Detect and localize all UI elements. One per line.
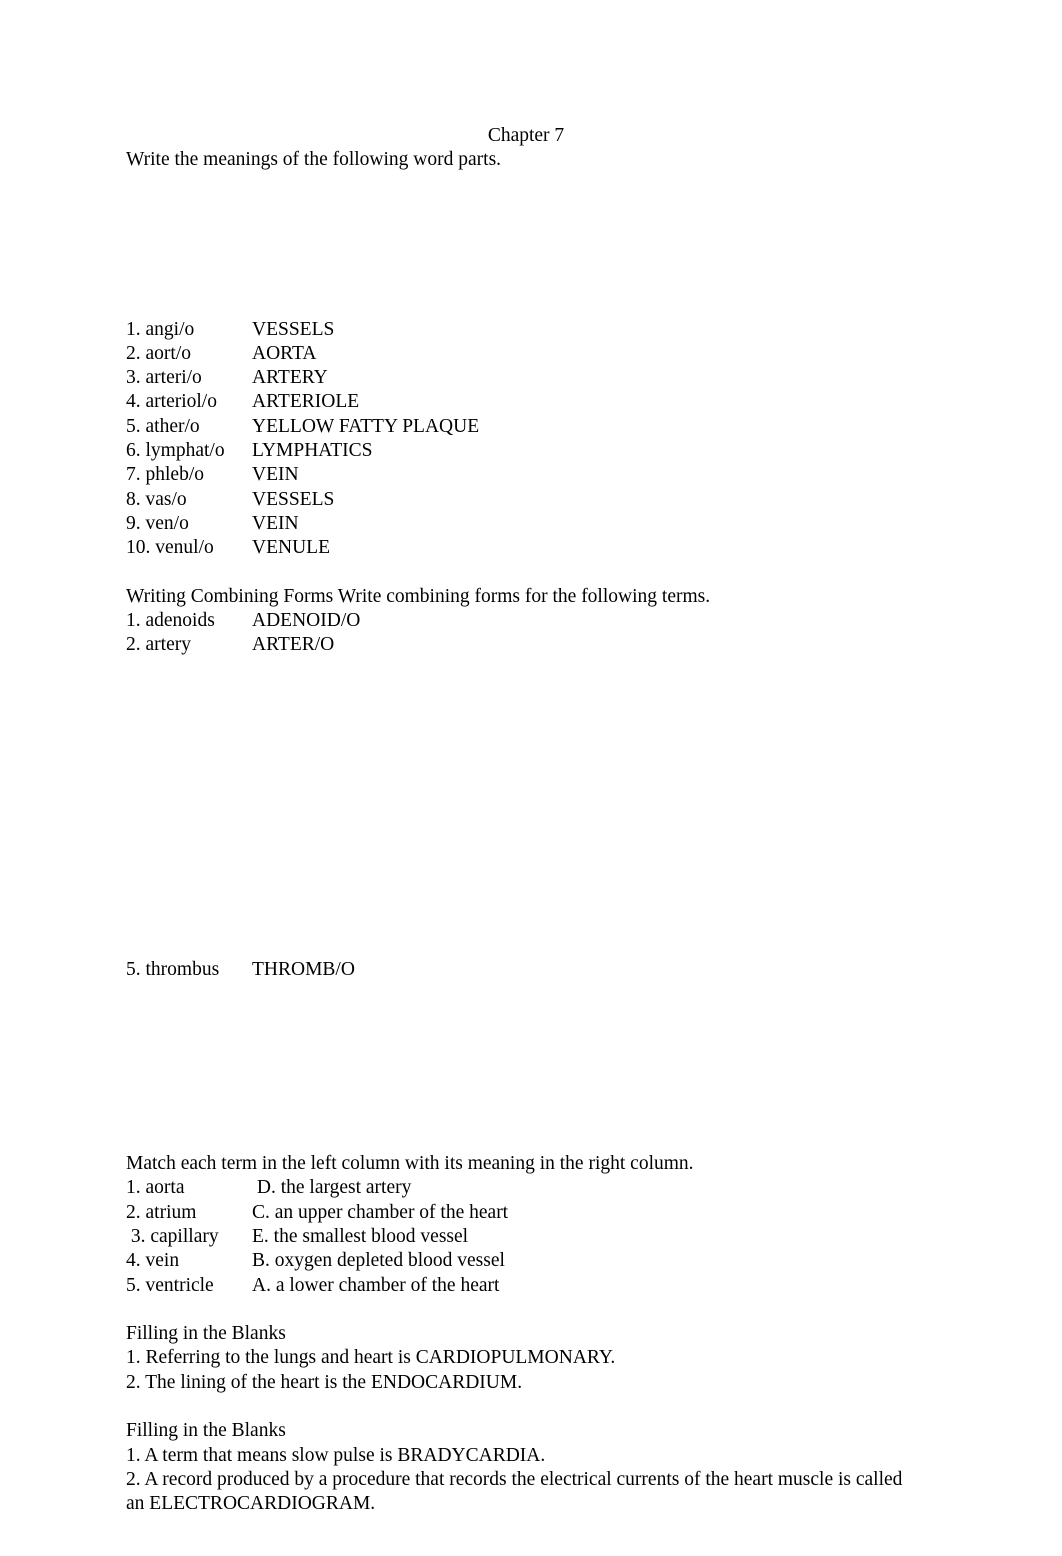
matching-term: 3. capillary: [126, 1225, 219, 1247]
word-part-meaning: ARTERY: [252, 367, 328, 389]
matching-row: 2. atrium C. an upper chamber of the hear…: [126, 1201, 926, 1225]
combining-form-value: ADENOID/O: [252, 610, 361, 632]
word-part-row: 5. ather/o YELLOW FATTY PLAQUE: [126, 415, 926, 439]
word-part-row: 3. arteri/o ARTERY: [126, 366, 926, 390]
combining-form-value: THROMB/O: [252, 958, 355, 980]
word-part-row: 1. angi/o VESSELS: [126, 318, 926, 342]
page-title: Chapter 7: [487, 125, 565, 146]
spacer-answer-area-2: [126, 982, 926, 1152]
fill-blanks-2-item: 2. A record produced by a procedure that…: [126, 1468, 908, 1515]
matching-instruction: Match each term in the left column with …: [126, 1153, 694, 1175]
matching-row: 5. ventricle A. a lower chamber of the he…: [126, 1274, 926, 1298]
word-part-term: 4. arteriol/o: [126, 391, 217, 413]
combining-form-term: 1. adenoids: [126, 610, 215, 632]
matching-term: 1. aorta: [126, 1177, 185, 1199]
fill-blanks-2-heading: Filling in the Blanks: [126, 1420, 286, 1442]
combining-form-row: 5. thrombus THROMB/O: [126, 958, 926, 982]
spacer-before-fill-blanks-1: [126, 1298, 926, 1322]
combining-forms-continued: 5. thrombus THROMB/O: [126, 958, 926, 982]
word-part-term: 9. ven/o: [126, 512, 189, 534]
word-part-row: 6. lymphat/o LYMPHATICS: [126, 439, 926, 463]
word-part-term: 5. ather/o: [126, 415, 200, 437]
matching-list: 1. aorta D. the largest artery 2. atrium…: [126, 1176, 926, 1297]
matching-term: 2. atrium: [126, 1201, 197, 1223]
word-part-row: 4. arteriol/o ARTERIOLE: [126, 390, 926, 414]
fill-blanks-1-heading: Filling in the Blanks: [126, 1323, 286, 1345]
fill-blanks-2-item: 1. A term that means slow pulse is BRADY…: [126, 1444, 546, 1466]
word-part-term: 3. arteri/o: [126, 367, 202, 389]
combining-form-term: 5. thrombus: [126, 958, 220, 980]
word-part-row: 2. aort/o AORTA: [126, 342, 926, 366]
spacer-before-word-parts: [126, 173, 926, 318]
word-part-meaning: LYMPHATICS: [252, 440, 373, 462]
combining-forms-instruction: Writing Combining Forms Write combining …: [126, 585, 711, 607]
word-part-term: 10. venul/o: [126, 537, 214, 559]
word-part-meaning: VENULE: [252, 537, 330, 559]
spacer-before-combining-forms: [126, 561, 926, 585]
word-part-meaning: VEIN: [252, 512, 299, 534]
spacer-answer-area-1: [126, 658, 926, 958]
combining-form-term: 2. artery: [126, 634, 191, 656]
word-part-term: 6. lymphat/o: [126, 440, 225, 462]
combining-form-row: 2. artery ARTER/O: [126, 633, 926, 657]
document-page: Chapter 7 Write the meanings of the foll…: [0, 0, 1062, 1556]
word-part-meaning: VESSELS: [252, 318, 335, 340]
matching-row: 4. vein B. oxygen depleted blood vessel: [126, 1249, 926, 1273]
word-part-row: 9. ven/o VEIN: [126, 512, 926, 536]
fill-blanks-1-item: 2. The lining of the heart is the ENDOCA…: [126, 1371, 523, 1393]
word-part-row: 10. venul/o VENULE: [126, 536, 926, 560]
matching-meaning: D. the largest artery: [252, 1177, 412, 1199]
word-parts-instruction: Write the meanings of the following word…: [126, 149, 502, 171]
spacer-before-fill-blanks-2: [126, 1395, 926, 1419]
combining-form-row: 1. adenoids ADENOID/O: [126, 609, 926, 633]
matching-term: 5. ventricle: [126, 1274, 214, 1296]
matching-meaning: B. oxygen depleted blood vessel: [252, 1250, 505, 1272]
word-parts-list: 1. angi/o VESSELS 2. aort/o AORTA 3. arter…: [126, 318, 926, 561]
word-part-term: 8. vas/o: [126, 488, 187, 510]
word-part-meaning: ARTERIOLE: [252, 391, 360, 413]
word-part-term: 1. angi/o: [126, 318, 195, 340]
matching-meaning: C. an upper chamber of the heart: [252, 1201, 509, 1223]
word-part-meaning: VESSELS: [252, 488, 335, 510]
word-part-meaning: VEIN: [252, 464, 299, 486]
combining-form-value: ARTER/O: [252, 634, 335, 656]
word-part-row: 7. phleb/o VEIN: [126, 463, 926, 487]
matching-row: 1. aorta D. the largest artery: [126, 1176, 926, 1200]
word-part-meaning: AORTA: [252, 342, 317, 364]
word-part-row: 8. vas/o VESSELS: [126, 488, 926, 512]
matching-meaning: E. the smallest blood vessel: [252, 1225, 469, 1247]
matching-meaning: A. a lower chamber of the heart: [252, 1274, 500, 1296]
word-part-term: 7. phleb/o: [126, 464, 204, 486]
word-part-term: 2. aort/o: [126, 342, 191, 364]
word-part-meaning: YELLOW FATTY PLAQUE: [252, 415, 480, 437]
combining-forms-list: 1. adenoids ADENOID/O 2. artery ARTER/O: [126, 609, 926, 658]
document-body: Chapter 7 Write the meanings of the foll…: [126, 124, 926, 1517]
matching-term: 4. vein: [126, 1250, 180, 1272]
fill-blanks-1-item: 1. Referring to the lungs and heart is C…: [126, 1347, 616, 1369]
matching-row: 3. capillary E. the smallest blood vessel: [126, 1225, 926, 1249]
